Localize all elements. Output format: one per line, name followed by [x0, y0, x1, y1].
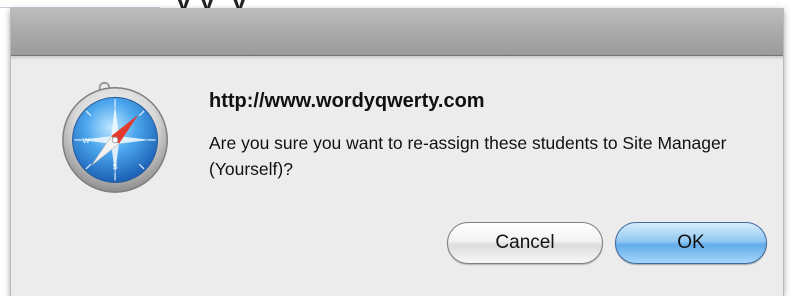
svg-text:S: S — [112, 162, 117, 171]
safari-compass-icon: S W — [59, 80, 175, 196]
sheet-titlebar — [11, 8, 783, 60]
cancel-button[interactable]: Cancel — [447, 222, 603, 264]
alert-sheet: S W http://www.wordyqwerty.com Are you s… — [10, 8, 784, 296]
ok-button[interactable]: OK — [615, 222, 767, 264]
dialog-url-title: http://www.wordyqwerty.com — [209, 90, 485, 112]
dialog-message: Are you sure you want to re-assign these… — [209, 133, 727, 179]
background-page-line — [0, 0, 160, 8]
svg-text:W: W — [82, 136, 90, 145]
screenshot-root: ’y’y ’y — [0, 0, 794, 296]
